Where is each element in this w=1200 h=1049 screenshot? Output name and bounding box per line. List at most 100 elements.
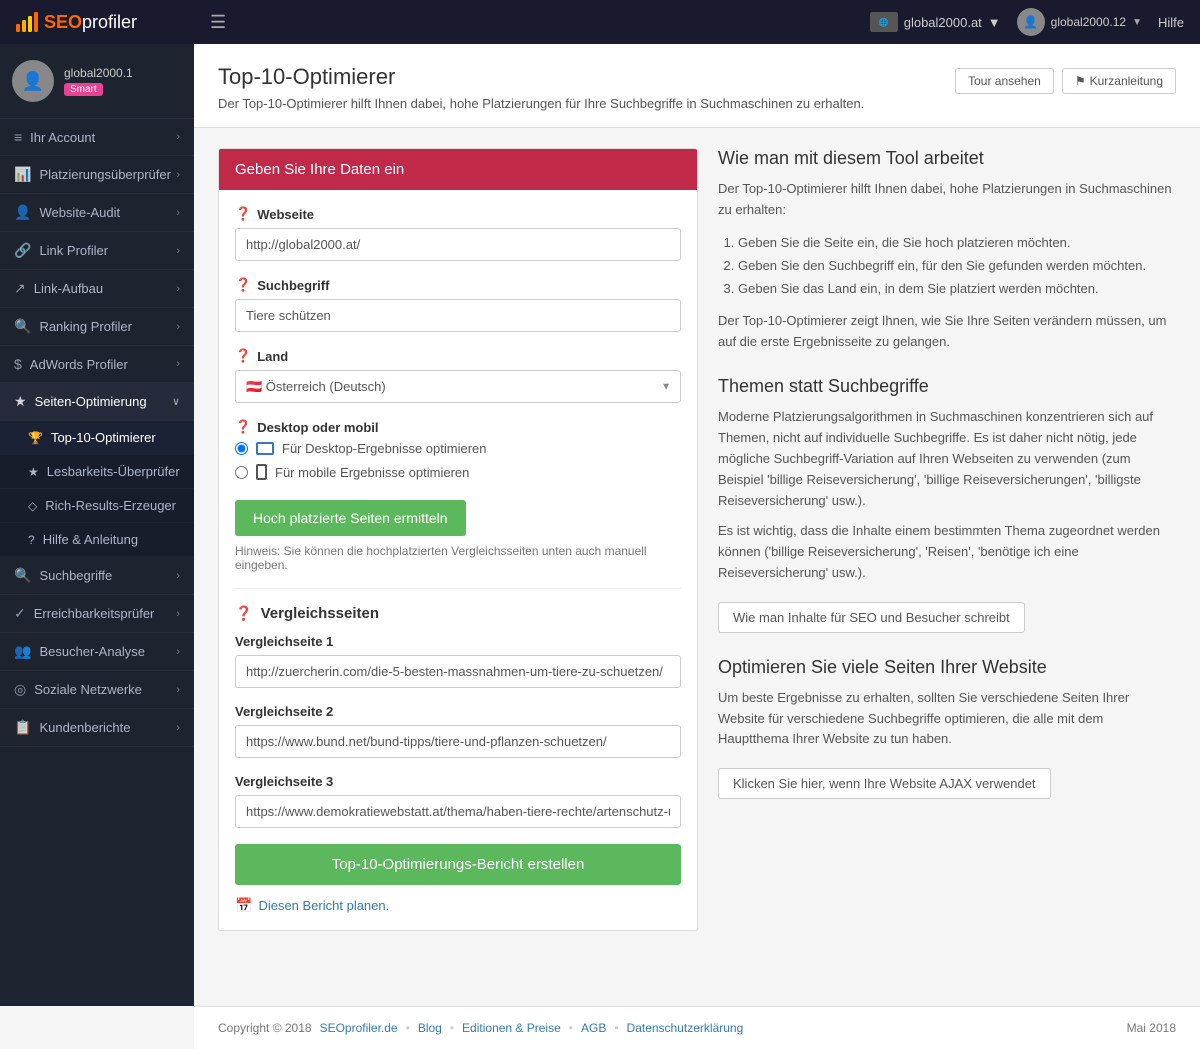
- vergleich-help-icon[interactable]: ❓: [235, 605, 252, 621]
- form-card: Geben Sie Ihre Daten ein ❓ Webseite ❓: [218, 148, 698, 931]
- hinweis-text: Hinweis: Sie können die hochplatzierten …: [235, 544, 681, 572]
- adwords-icon: $: [14, 356, 22, 372]
- page-title: Top-10-Optimierer: [218, 64, 864, 90]
- form-card-body: ❓ Webseite ❓ Suchbegriff: [219, 190, 697, 930]
- info-title-1: Wie man mit diesem Tool arbeitet: [718, 148, 1176, 169]
- topnav-right: 🌐 global2000.at ▼ 👤 global2000.12 ▼ Hilf…: [870, 8, 1184, 36]
- sidebar-item-adwords[interactable]: $ AdWords Profiler ›: [0, 346, 194, 383]
- mobile-radio[interactable]: [235, 466, 248, 479]
- land-section: ❓ Land 🇦🇹 Österreich (Deutsch) Deutschla…: [235, 348, 681, 403]
- topnav: SEOprofiler ☰ 🌐 global2000.at ▼ 👤 global…: [0, 0, 1200, 44]
- info-list-1: Geben Sie die Seite ein, die Sie hoch pl…: [718, 231, 1176, 301]
- sidebar-item-label: Suchbegriffe: [39, 568, 112, 583]
- logo-text: SEOprofiler: [44, 12, 137, 33]
- logo-icon: [16, 12, 38, 32]
- sidebar-item-ranking[interactable]: 🔍 Ranking Profiler ›: [0, 308, 194, 346]
- sidebar-item-kunden[interactable]: 📋 Kundenberichte ›: [0, 709, 194, 747]
- sidebar-item-label: Soziale Netzwerke: [34, 682, 142, 697]
- footer-sep2: •: [450, 1021, 454, 1035]
- menu-icon[interactable]: ☰: [210, 12, 226, 33]
- footer-editions-link[interactable]: Editionen & Preise: [462, 1021, 561, 1035]
- sidebar-item-website-audit[interactable]: 👤 Website-Audit ›: [0, 194, 194, 232]
- sidebar-item-link-aufbau[interactable]: ↗ Link-Aufbau ›: [0, 270, 194, 308]
- footer-blog-link[interactable]: Blog: [418, 1021, 442, 1035]
- arrow-icon: ›: [176, 358, 180, 370]
- suchbegriff-input[interactable]: [235, 299, 681, 332]
- sidebar-item-label: Website-Audit: [39, 205, 120, 220]
- info-section-2: Themen statt Suchbegriffe Moderne Platzi…: [718, 376, 1176, 632]
- vergleich2-input[interactable]: [235, 725, 681, 758]
- hilfe-icon: ?: [28, 533, 35, 547]
- footer-sep3: •: [569, 1021, 573, 1035]
- topnav-user-dropdown: ▼: [1132, 17, 1142, 28]
- arrow-icon: ›: [176, 321, 180, 333]
- info-section-1: Wie man mit diesem Tool arbeitet Der Top…: [718, 148, 1176, 352]
- sidebar: 👤 global2000.1 Smart ≡ Ihr Account › 📊 P…: [0, 44, 194, 1006]
- sidebar-avatar: 👤: [12, 60, 54, 102]
- topnav-user[interactable]: 👤 global2000.12 ▼: [1017, 8, 1142, 36]
- mobile-radio-item[interactable]: Für mobile Ergebnisse optimieren: [235, 464, 681, 480]
- sidebar-item-erreichbarkeit[interactable]: ✓ Erreichbarkeitsprüfer ›: [0, 595, 194, 633]
- sidebar-item-label: Link Profiler: [39, 243, 108, 258]
- guide-button[interactable]: ⚑ Kurzanleitung: [1062, 68, 1176, 94]
- desktop-radio[interactable]: [235, 442, 248, 455]
- page-subtitle: Der Top-10-Optimierer hilft Ihnen dabei,…: [218, 96, 864, 111]
- info-column: Wie man mit diesem Tool arbeitet Der Top…: [718, 148, 1176, 931]
- footer-agb-link[interactable]: AGB: [581, 1021, 606, 1035]
- sidebar-item-platzierung[interactable]: 📊 Platzierungsüberprüfer ›: [0, 156, 194, 194]
- webseite-input[interactable]: [235, 228, 681, 261]
- footer-site-link[interactable]: SEOprofiler.de: [320, 1021, 398, 1035]
- sidebar-username: global2000.1: [64, 66, 182, 80]
- webseite-section: ❓ Webseite: [235, 206, 681, 261]
- sidebar-item-link-profiler[interactable]: 🔗 Link Profiler ›: [0, 232, 194, 270]
- arrow-icon: ›: [176, 169, 180, 181]
- help-link[interactable]: Hilfe: [1158, 15, 1184, 30]
- suchbegriff-help-icon[interactable]: ❓: [235, 277, 251, 293]
- desktop-icon: [256, 442, 274, 455]
- besucher-icon: 👥: [14, 643, 31, 660]
- info-panel: Wie man mit diesem Tool arbeitet Der Top…: [718, 148, 1176, 799]
- sidebar-sub-label: Hilfe & Anleitung: [43, 532, 138, 547]
- hoch-button[interactable]: Hoch platzierte Seiten ermitteln: [235, 500, 466, 536]
- webseite-help-icon[interactable]: ❓: [235, 206, 251, 222]
- sidebar-item-rich-results[interactable]: ◇ Rich-Results-Erzeuger: [0, 489, 194, 523]
- device-help-icon[interactable]: ❓: [235, 419, 251, 435]
- vergleich1-input[interactable]: [235, 655, 681, 688]
- footer-datenschutz-link[interactable]: Datenschutzerklärung: [627, 1021, 744, 1035]
- sidebar-item-besucher[interactable]: 👥 Besucher-Analyse ›: [0, 633, 194, 671]
- sidebar-item-soziale[interactable]: ◎ Soziale Netzwerke ›: [0, 671, 194, 709]
- footer-links: Copyright © 2018 SEOprofiler.de • Blog •…: [218, 1021, 743, 1035]
- info-text-2a: Moderne Platzierungsalgorithmen in Suchm…: [718, 407, 1176, 511]
- sidebar-item-label: Seiten-Optimierung: [35, 394, 147, 409]
- sidebar-item-label: Ihr Account: [30, 130, 95, 145]
- desktop-radio-item[interactable]: Für Desktop-Ergebnisse optimieren: [235, 441, 681, 456]
- sidebar-item-ihr-account[interactable]: ≡ Ihr Account ›: [0, 119, 194, 156]
- device-section: ❓ Desktop oder mobil Für Desktop-Ergebni…: [235, 419, 681, 480]
- schedule-link[interactable]: 📅 Diesen Bericht planen.: [235, 897, 681, 914]
- vergleich3-input[interactable]: [235, 795, 681, 828]
- sidebar-badge: Smart: [64, 83, 103, 96]
- form-column: Geben Sie Ihre Daten ein ❓ Webseite ❓: [218, 148, 698, 931]
- logo[interactable]: SEOprofiler: [16, 12, 210, 33]
- tour-button[interactable]: Tour ansehen: [955, 68, 1054, 94]
- info-text-1b: Der Top-10-Optimierer zeigt Ihnen, wie S…: [718, 311, 1176, 353]
- sidebar-item-seiten-optimierung[interactable]: ★ Seiten-Optimierung ∨: [0, 383, 194, 421]
- arrow-icon: ›: [176, 570, 180, 582]
- info-text-1: Der Top-10-Optimierer hilft Ihnen dabei,…: [718, 179, 1176, 221]
- ajax-btn[interactable]: Klicken Sie hier, wenn Ihre Website AJAX…: [718, 768, 1051, 799]
- content-btn[interactable]: Wie man Inhalte für SEO und Besucher sch…: [718, 602, 1025, 633]
- topnav-site[interactable]: 🌐 global2000.at ▼: [870, 12, 1001, 32]
- sidebar-item-hilfe[interactable]: ? Hilfe & Anleitung: [0, 523, 194, 557]
- land-label: ❓ Land: [235, 348, 681, 364]
- topnav-avatar: 👤: [1017, 8, 1045, 36]
- sidebar-item-top10[interactable]: 🏆 Top-10-Optimierer: [0, 421, 194, 455]
- land-help-icon[interactable]: ❓: [235, 348, 251, 364]
- arrow-icon: ›: [176, 646, 180, 658]
- sidebar-item-lesbarkeit[interactable]: ★ Lesbarkeits-Überprüfer: [0, 455, 194, 489]
- footer-sep: •: [406, 1021, 410, 1035]
- flag-icon: ⚑: [1075, 74, 1086, 88]
- bericht-button[interactable]: Top-10-Optimierungs-Bericht erstellen: [235, 844, 681, 885]
- sidebar-item-suchbegriffe[interactable]: 🔍 Suchbegriffe ›: [0, 557, 194, 595]
- land-select[interactable]: 🇦🇹 Österreich (Deutsch) Deutschland (Deu…: [235, 370, 681, 403]
- info-section-3: Optimieren Sie viele Seiten Ihrer Websit…: [718, 657, 1176, 799]
